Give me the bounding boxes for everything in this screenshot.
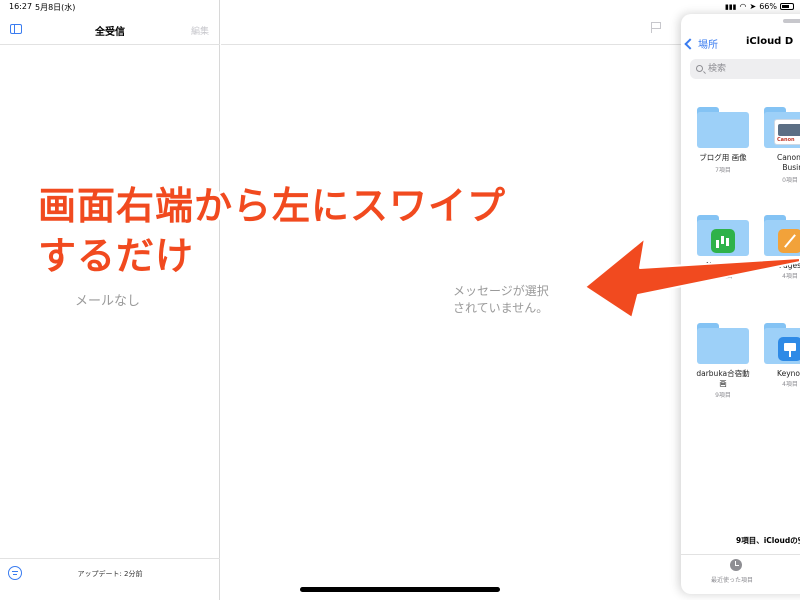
folder-numbers[interactable]: Numbers 10項目 — [693, 215, 753, 295]
chevron-left-icon — [684, 37, 696, 50]
folder-blog-images[interactable]: ブログ用 画像 7項目 — [693, 107, 753, 197]
detail-header-divider — [221, 44, 681, 45]
file-count: 7項目 — [715, 167, 731, 174]
file-name: darbuka合宿動画 — [696, 369, 750, 388]
signal-icon: ▮▮▮ — [724, 2, 737, 11]
files-tabbar-divider — [681, 554, 800, 555]
annotation-caption-line2: するだけ — [38, 234, 195, 278]
battery-icon — [780, 3, 794, 10]
no-message-line1: メッセージが選択 — [453, 284, 549, 298]
files-summary: 9項目、iCloudの空 — [736, 536, 800, 545]
file-count: 4項目 — [782, 381, 798, 388]
no-mail-text: メールなし — [75, 294, 141, 309]
files-title: iCloud D — [746, 36, 794, 47]
numbers-app-icon — [711, 229, 735, 253]
file-count: 9項目 — [715, 392, 731, 399]
list-footer-divider — [0, 558, 220, 559]
clock-icon[interactable] — [730, 559, 742, 571]
back-to-locations-button[interactable]: 場所 — [684, 36, 718, 51]
keynote-app-icon — [778, 337, 800, 361]
no-message-selected: メッセージが選択 されていません。 — [453, 283, 549, 317]
update-status: アップデート: 2分前 — [77, 570, 143, 578]
file-count: 10項目 — [713, 273, 733, 280]
location-icon: ➤ — [749, 2, 757, 11]
slide-over-grabber[interactable] — [783, 19, 800, 23]
folder-icon — [697, 215, 749, 257]
folder-pages[interactable]: Pages 4項目 — [760, 215, 800, 295]
status-indicators: ▮▮▮ ◠ ➤ 66% — [725, 2, 794, 11]
file-name: ブログ用 画像 — [699, 153, 747, 162]
files-slide-over: 場所 iCloud D 検索 ブログ用 画像 7項目 Canon Canon P… — [681, 14, 800, 594]
flag-icon[interactable] — [651, 22, 661, 33]
wifi-icon: ◠ — [739, 2, 747, 11]
home-indicator[interactable] — [300, 587, 500, 592]
folder-icon — [764, 215, 800, 257]
tab-recents[interactable]: 最近使った項目 — [711, 575, 753, 584]
file-name: Numbers — [705, 261, 741, 270]
file-name: Canon PR Busine — [776, 153, 800, 172]
folder-icon — [697, 323, 749, 365]
annotation-caption-line1: 画面右端から左にスワイプ — [38, 184, 507, 228]
mailbox-title: 全受信 — [95, 27, 125, 38]
search-input[interactable]: 検索 — [690, 59, 800, 79]
folder-icon — [764, 323, 800, 365]
folder-icon — [697, 107, 749, 149]
edit-button[interactable]: 編集 — [191, 24, 209, 37]
search-icon — [696, 65, 703, 72]
battery-percent: 66% — [759, 2, 777, 11]
canon-app-icon: Canon — [774, 119, 800, 145]
file-name: Pages — [778, 261, 800, 270]
search-placeholder: 検索 — [708, 64, 727, 74]
file-name: Keynot — [777, 369, 800, 378]
file-count: 4項目 — [782, 273, 798, 280]
folder-canon-print[interactable]: Canon Canon PR Busine 0項目 — [760, 107, 800, 197]
pages-app-icon — [778, 229, 800, 253]
mailbox-list-pane: 全受信 編集 メールなし アップデート: 2分前 — [0, 0, 220, 600]
folder-icon: Canon — [764, 107, 800, 149]
canon-logo-text: Canon — [777, 137, 795, 143]
list-header-divider — [0, 44, 220, 45]
back-label: 場所 — [698, 40, 718, 51]
file-count: 0項目 — [782, 177, 798, 184]
folder-keynote[interactable]: Keynot 4項目 — [760, 323, 800, 403]
no-message-line2: されていません。 — [453, 301, 549, 315]
folder-darbuka-videos[interactable]: darbuka合宿動画 9項目 — [693, 323, 753, 413]
